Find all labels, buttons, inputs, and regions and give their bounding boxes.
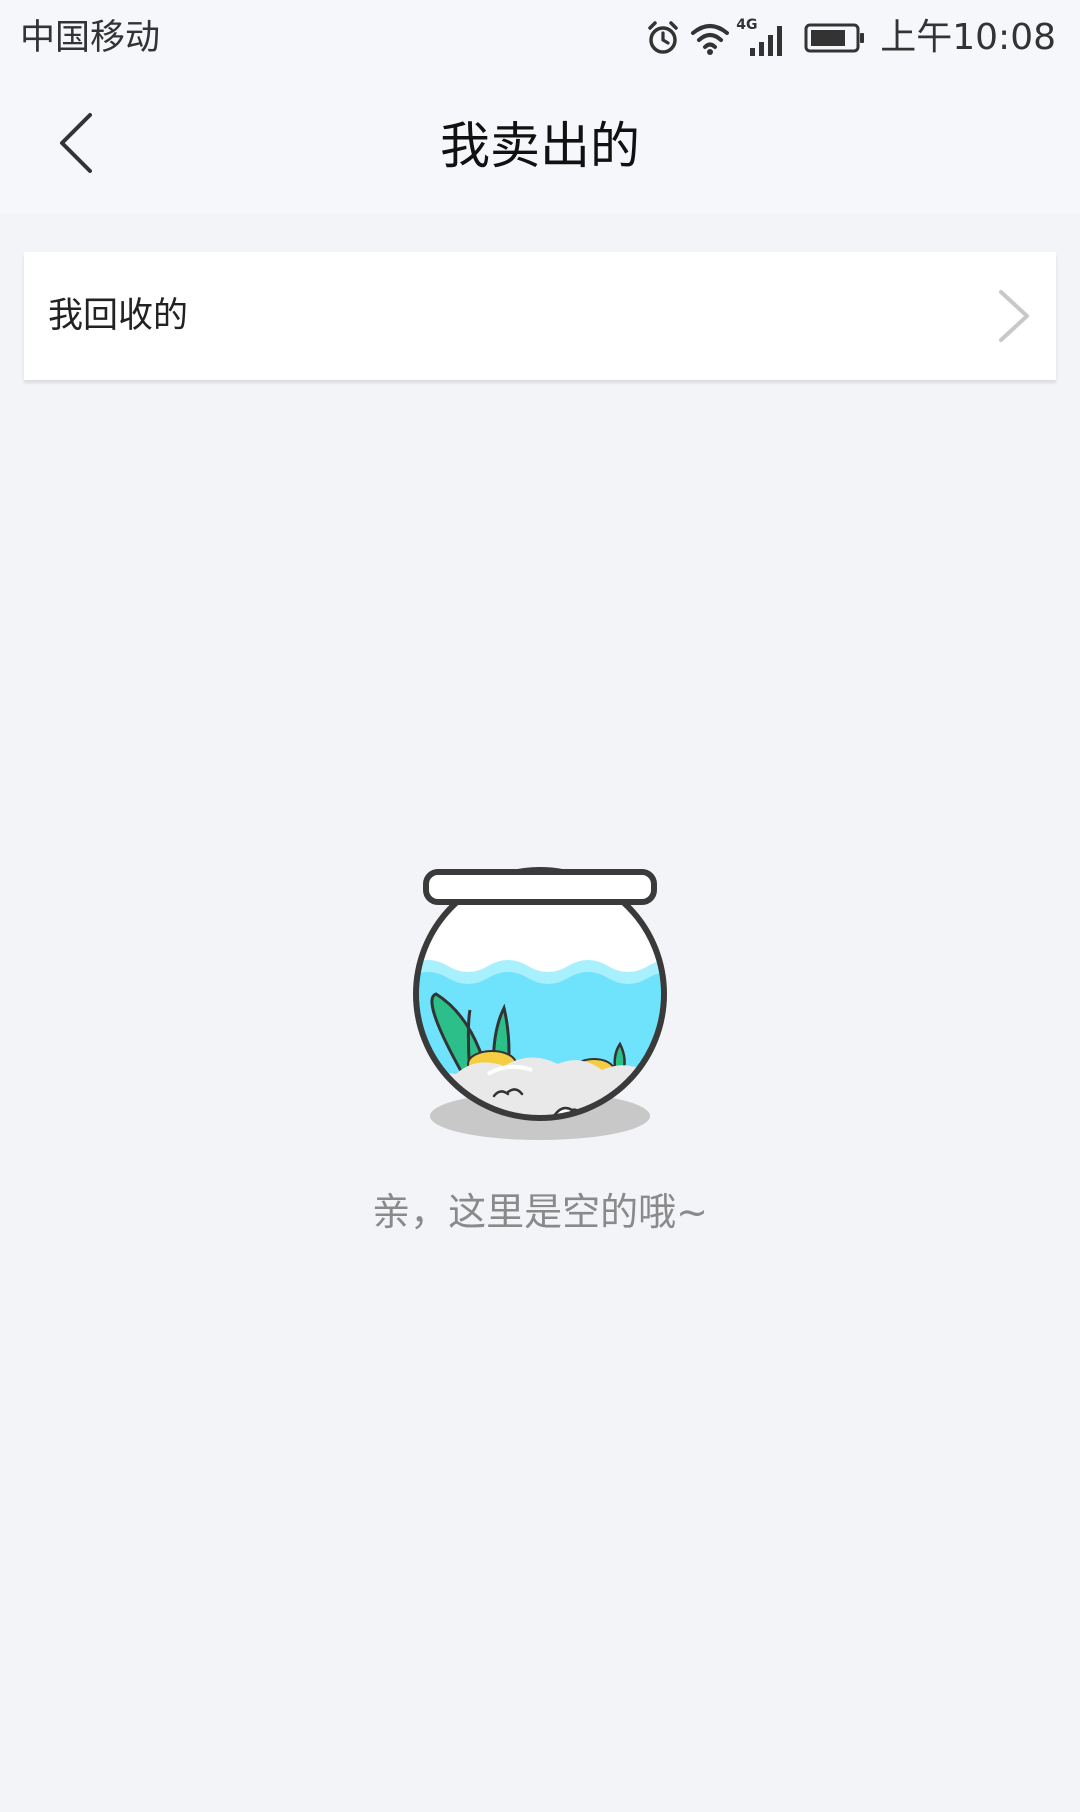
status-bar: 中国移动 4G 上午10:08 [0,0,1080,76]
page-title: 我卖出的 [440,117,640,175]
wifi-icon [690,20,730,56]
alarm-icon [644,19,682,57]
carrier-name: 中国移动 [20,18,161,58]
status-time: 上午10:08 [880,17,1056,58]
empty-state-message: 亲，这里是空的哦~ [372,1190,708,1234]
chevron-right-icon [996,288,1032,348]
list-item-recycled[interactable]: 我回收的 [24,252,1056,380]
signal-icon: 4G [736,18,790,58]
fishbowl-illustration [408,860,672,1150]
battery-icon [804,22,866,54]
app-header: 我卖出的 [0,76,1080,214]
list-item-label: 我回收的 [48,296,189,336]
status-icons: 4G 上午10:08 [644,14,1056,62]
